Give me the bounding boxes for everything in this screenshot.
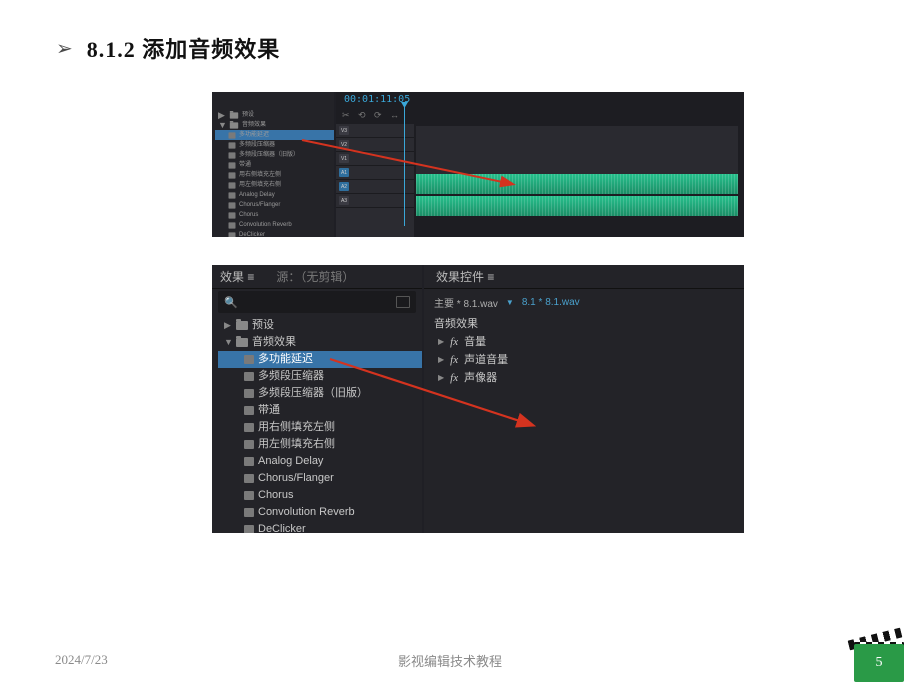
preset-icon [244,457,254,466]
clapperboard-badge: 5 [846,628,910,682]
preset-icon [244,474,254,483]
sequence-clip-link[interactable]: 8.1 * 8.1.wav [522,297,580,308]
effects-panel-tabs: 效果 ≡ 源：（无剪辑） [212,265,422,289]
fx-panner[interactable]: ▶fx声像器 [424,369,744,387]
page-number-badge: 5 [854,644,904,682]
effect-bandpass[interactable]: 带通 [218,402,422,419]
screenshot-effects-panel: 效果 ≡ 源：（无剪辑） 🔍 ▶预设 ▼音频效果 多功能延迟 多频段压缩器 多频… [212,265,744,533]
effect-analog-delay[interactable]: Analog Delay [218,453,422,470]
effect-multiband-compressor-legacy[interactable]: 多频段压缩器（旧版） [218,385,422,402]
fx-channel-volume[interactable]: ▶fx声道音量 [424,351,744,369]
playhead [404,106,405,226]
effect-controls-master-row: 主要 * 8.1.wav ▼ 8.1 * 8.1.wav [424,289,744,312]
preset-icon [244,525,254,533]
tab-source[interactable]: 源：（无剪辑） [276,268,354,285]
master-clip-label: 主要 * 8.1.wav [434,295,498,310]
audio-track [416,196,738,216]
screenshot-timeline: ▶预设 ▼音频效果 多功能延迟 多频段压缩器 多频段压缩器（旧版） 带通 用右侧… [212,92,744,237]
effect-declicker[interactable]: DeClicker [218,521,422,533]
effect-chorus[interactable]: Chorus [218,487,422,504]
preset-icon [244,491,254,500]
section-audio-effects: 音频效果 [424,312,744,333]
tree-folder-presets[interactable]: ▶预设 [218,317,422,334]
effect-fill-right-with-left[interactable]: 用左侧填充右侧 [218,436,422,453]
new-bin-icon[interactable] [396,296,410,308]
effect-controls-tab[interactable]: 效果控件 ≡ [424,265,744,289]
preset-icon [244,423,254,432]
timeline-panel: 00:01:11:05 ✂⟲⟳↔ V3 V2 V1 A1 A2 A3 [336,92,744,237]
effect-multitap-delay[interactable]: 多功能延迟 [218,351,422,368]
video-track [416,142,738,158]
preset-icon [244,389,254,398]
video-track [416,126,738,142]
footer-title: 影视编辑技术教程 [398,651,502,670]
footer-date: 2024/7/23 [55,652,108,668]
effects-tree: ▶预设 ▼音频效果 多功能延迟 多频段压缩器 多频段压缩器（旧版） 带通 用右侧… [212,92,334,237]
folder-icon [236,321,248,330]
preset-icon [244,355,254,364]
preset-icon [244,508,254,517]
slide-footer: 2024/7/23 影视编辑技术教程 5 [0,648,920,672]
effect-convolution-reverb[interactable]: Convolution Reverb [218,504,422,521]
tab-effects[interactable]: 效果 ≡ [220,268,254,285]
audio-track [416,174,738,194]
effect-fill-left-with-right[interactable]: 用右侧填充左侧 [218,419,422,436]
timecode: 00:01:11:05 [344,94,410,105]
preset-icon [244,440,254,449]
triangle-down-icon: ▼ [506,298,514,307]
effect-chorus-flanger[interactable]: Chorus/Flanger [218,470,422,487]
effects-search[interactable]: 🔍 [218,291,416,313]
fx-volume[interactable]: ▶fx音量 [424,333,744,351]
effect-multiband-compressor[interactable]: 多频段压缩器 [218,368,422,385]
track-header-column: V3 V2 V1 A1 A2 A3 [336,124,414,237]
effects-panel: ▶预设 ▼音频效果 多功能延迟 多频段压缩器 多频段压缩器（旧版） 带通 用右侧… [212,92,334,237]
effect-controls-panel: 效果控件 ≡ 主要 * 8.1.wav ▼ 8.1 * 8.1.wav 音频效果… [424,265,744,533]
bullet-arrow-icon: ➢ [56,36,73,61]
preset-icon [244,406,254,415]
tree-folder-audio-effects[interactable]: ▼音频效果 [218,334,422,351]
effects-tree: ▶预设 ▼音频效果 多功能延迟 多频段压缩器 多频段压缩器（旧版） 带通 用右侧… [212,315,422,533]
preset-icon [244,372,254,381]
timeline-tool-row: ✂⟲⟳↔ [342,110,400,120]
folder-icon [236,338,248,347]
heading-text: 8.1.2 添加音频效果 [87,32,281,64]
section-heading: ➢ 8.1.2 添加音频效果 [56,32,280,64]
effects-panel: 效果 ≡ 源：（无剪辑） 🔍 ▶预设 ▼音频效果 多功能延迟 多频段压缩器 多频… [212,265,422,533]
search-icon: 🔍 [224,296,238,309]
video-track [416,158,738,174]
